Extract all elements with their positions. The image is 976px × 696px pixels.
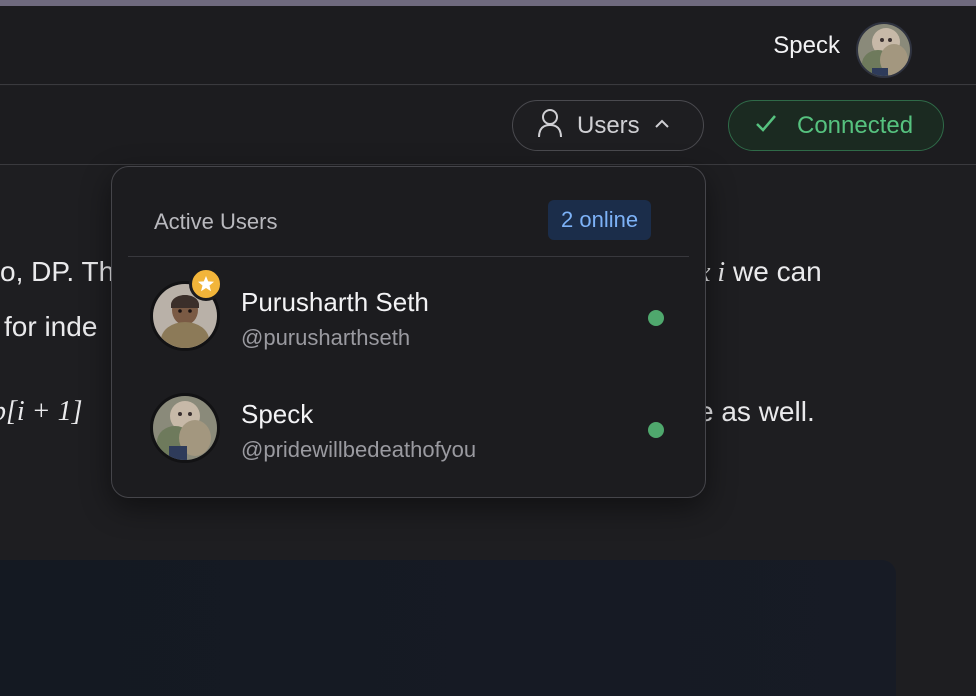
user-icon	[537, 108, 563, 143]
paragraph-text: we can	[733, 256, 822, 287]
active-users-dropdown: Active Users 2 online Purusharth Seth @p…	[111, 166, 706, 498]
connection-status-button[interactable]: Connected	[728, 100, 944, 151]
users-dropdown-button[interactable]: Users	[512, 100, 704, 151]
user-list-item[interactable]: Speck @pridewillbedeathofyou	[128, 379, 689, 479]
current-user-name: Speck	[773, 32, 840, 59]
online-status-dot	[648, 310, 664, 326]
users-button-label: Users	[577, 111, 640, 139]
avatar	[150, 393, 220, 463]
chevron-up-icon	[654, 117, 670, 135]
user-avatar[interactable]	[856, 22, 912, 78]
toolbar: Users Connected	[0, 86, 976, 165]
online-status-dot	[648, 422, 664, 438]
user-name: Speck	[241, 399, 314, 429]
paragraph-line-1-left: o, DP. Th	[0, 256, 115, 287]
dropdown-header: Active Users 2 online	[128, 167, 689, 257]
host-star-icon	[189, 267, 223, 301]
paragraph-line-2-left: for inde	[4, 311, 98, 342]
connection-status-label: Connected	[797, 111, 914, 139]
user-list-item[interactable]: Purusharth Seth @purusharthseth	[128, 267, 689, 367]
paragraph-line-1-right: x i we can	[698, 256, 822, 289]
code-block	[0, 560, 896, 696]
math-expression: p[i + 1]	[0, 396, 83, 427]
dropdown-title: Active Users	[154, 209, 278, 234]
user-name: Purusharth Seth	[241, 287, 429, 317]
online-count-badge: 2 online	[548, 200, 652, 240]
app-header: Speck	[0, 6, 976, 85]
user-handle: @pridewillbedeathofyou	[241, 437, 477, 462]
check-icon	[755, 113, 777, 138]
user-handle: @purusharthseth	[241, 325, 411, 350]
paragraph-line-3-right: e as well.	[698, 396, 815, 427]
